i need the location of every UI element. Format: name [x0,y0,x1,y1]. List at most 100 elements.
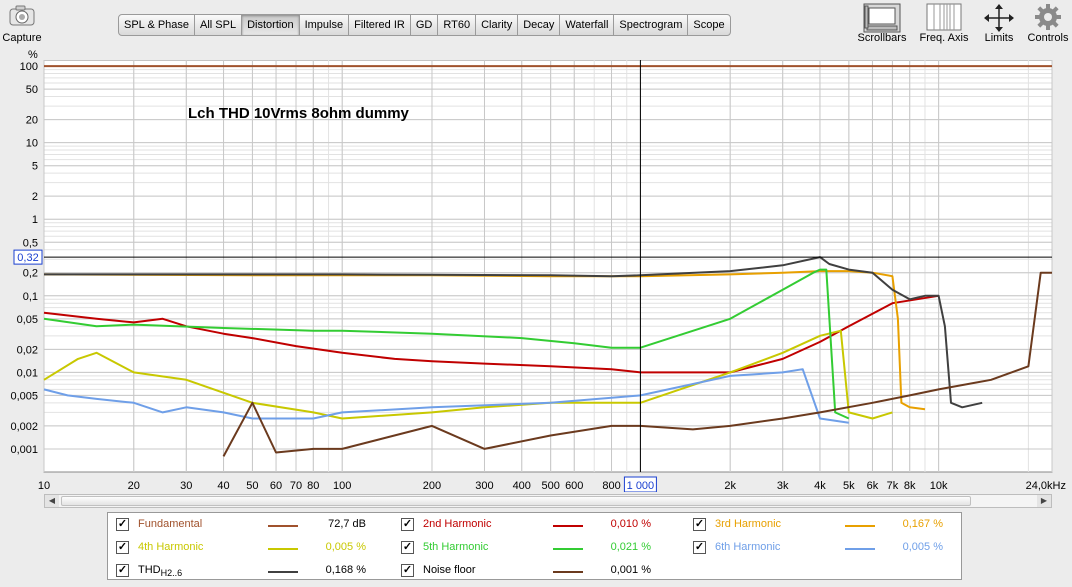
legend-item: ✓ 6th Harmonic 0,005 % [693,540,968,556]
horizontal-scrollbar[interactable]: ◀ ▶ [44,494,1052,508]
controls-button[interactable]: Controls [1024,0,1072,46]
y-tick-label: 0,2 [23,268,38,280]
freq-axis-button[interactable]: Freq. Axis [914,0,974,46]
y-tick-label: 5 [32,161,38,173]
x-tick-label: 200 [423,480,441,492]
cursor-y-label: 0,32 [17,252,38,264]
y-tick-label: 0,5 [23,237,38,249]
tab-clarity[interactable]: Clarity [476,15,519,35]
legend-swatch [268,548,298,550]
legend-checkbox[interactable]: ✓ [116,564,129,577]
freq-axis-label: Freq. Axis [919,32,969,44]
y-tick-label: 50 [26,84,38,96]
tab-decay[interactable]: Decay [518,15,561,35]
legend-name: Noise floor [423,564,476,576]
x-tick-label: 4k [814,480,826,492]
tab-scope[interactable]: Scope [688,15,729,35]
legend-checkbox[interactable]: ✓ [116,541,129,554]
legend-value: 0,021 % [610,541,651,553]
scrollbars-label: Scrollbars [857,32,907,44]
view-tabs: SPL & Phase All SPL Distortion Impulse Filte… [118,14,731,36]
cursor-x-label: 1 000 [627,480,655,492]
x-tick-label: 8k [904,480,916,492]
y-tick-label: 0,02 [17,344,38,356]
legend-value: 0,005 % [902,541,943,553]
limits-label: Limits [984,32,1014,44]
x-tick-label: 400 [513,480,531,492]
chart-title: Lch THD 10Vrms 8ohm dummy [188,105,410,122]
legend-name: 5th Harmonic [423,541,489,553]
x-tick-label: 50 [246,480,258,492]
controls-label: Controls [1027,32,1069,44]
legend-swatch [845,548,875,550]
y-tick-label: 100 [20,61,38,73]
x-tick-label: 7k [887,480,899,492]
tab-spl-phase[interactable]: SPL & Phase [119,15,196,35]
move-arrows-icon [984,4,1014,32]
tab-distortion[interactable]: Distortion [242,15,300,35]
legend-value: 0,010 % [610,518,651,530]
legend-value: 0,001 % [610,564,651,576]
x-tick-label: 10 [38,480,50,492]
legend-item: ✓ 3rd Harmonic 0,167 % [693,517,968,533]
legend-swatch [553,571,583,573]
legend-checkbox[interactable]: ✓ [116,518,129,531]
y-tick-label: 0,001 [10,444,38,456]
x-tick-label: 20 [128,480,140,492]
scrollbar-thumb[interactable] [61,496,971,506]
legend-checkbox[interactable]: ✓ [401,541,414,554]
freq-axis-icon [926,3,962,31]
distortion-chart[interactable]: 100 50 20 10 5 2 1 0,5 0,2 0,1 0,05 0,02 0,01 0,005 0,… [0,60,1072,492]
x-tick-label: 100 [333,480,351,492]
y-tick-label: 2 [32,191,38,203]
scroll-left-icon[interactable]: ◀ [45,495,59,507]
legend-name: 4th Harmonic [138,541,204,553]
legend-value: 0,168 % [325,564,366,576]
legend-checkbox[interactable]: ✓ [401,564,414,577]
legend-swatch [268,525,298,527]
x-tick-label: 2k [724,480,736,492]
legend-item: ✓ Noise floor 0,001 % [401,563,676,579]
x-tick-label: 24,0kHz [1026,480,1066,492]
legend-name-sub: H2..6 [160,568,183,579]
legend-swatch [553,525,583,527]
scroll-right-icon[interactable]: ▶ [1037,495,1051,507]
legend-item: ✓ 5th Harmonic 0,021 % [401,540,676,556]
legend-name: 3rd Harmonic [715,518,782,530]
tab-all-spl[interactable]: All SPL [195,15,243,35]
tab-spectrogram[interactable]: Spectrogram [614,15,689,35]
tab-gd[interactable]: GD [411,15,439,35]
y-tick-label: 0,01 [17,367,38,379]
x-tick-label: 10k [930,480,948,492]
camera-icon [9,5,35,26]
legend-name: 6th Harmonic [715,541,781,553]
capture-button[interactable]: Capture [0,0,44,46]
x-tick-label: 70 [290,480,302,492]
tab-waterfall[interactable]: Waterfall [560,15,615,35]
x-tick-label: 80 [307,480,319,492]
legend-swatch [553,548,583,550]
x-tick-label: 40 [217,480,229,492]
legend-swatch [845,525,875,527]
legend-name: THDH2..6 [138,564,183,579]
x-tick-label: 3k [777,480,789,492]
legend-name: Fundamental [138,518,203,530]
tab-rt60[interactable]: RT60 [438,15,477,35]
legend-name: 2nd Harmonic [423,518,492,530]
limits-button[interactable]: Limits [976,0,1022,46]
legend-checkbox[interactable]: ✓ [401,518,414,531]
trace-legend: ✓ Fundamental 72,7 dB ✓ 2nd Harmonic 0,010 % ✓… [107,512,962,580]
scrollbars-icon [863,3,901,33]
legend-swatch [268,571,298,573]
x-tick-label: 600 [565,480,583,492]
tab-filtered-ir[interactable]: Filtered IR [349,15,411,35]
x-tick-label: 800 [602,480,620,492]
legend-checkbox[interactable]: ✓ [693,541,706,554]
capture-label: Capture [2,32,42,44]
tab-impulse[interactable]: Impulse [300,15,350,35]
x-tick-label: 6k [867,480,879,492]
scrollbars-button[interactable]: Scrollbars [852,0,912,46]
y-tick-label: 0,1 [23,291,38,303]
legend-checkbox[interactable]: ✓ [693,518,706,531]
legend-value: 0,005 % [325,541,366,553]
